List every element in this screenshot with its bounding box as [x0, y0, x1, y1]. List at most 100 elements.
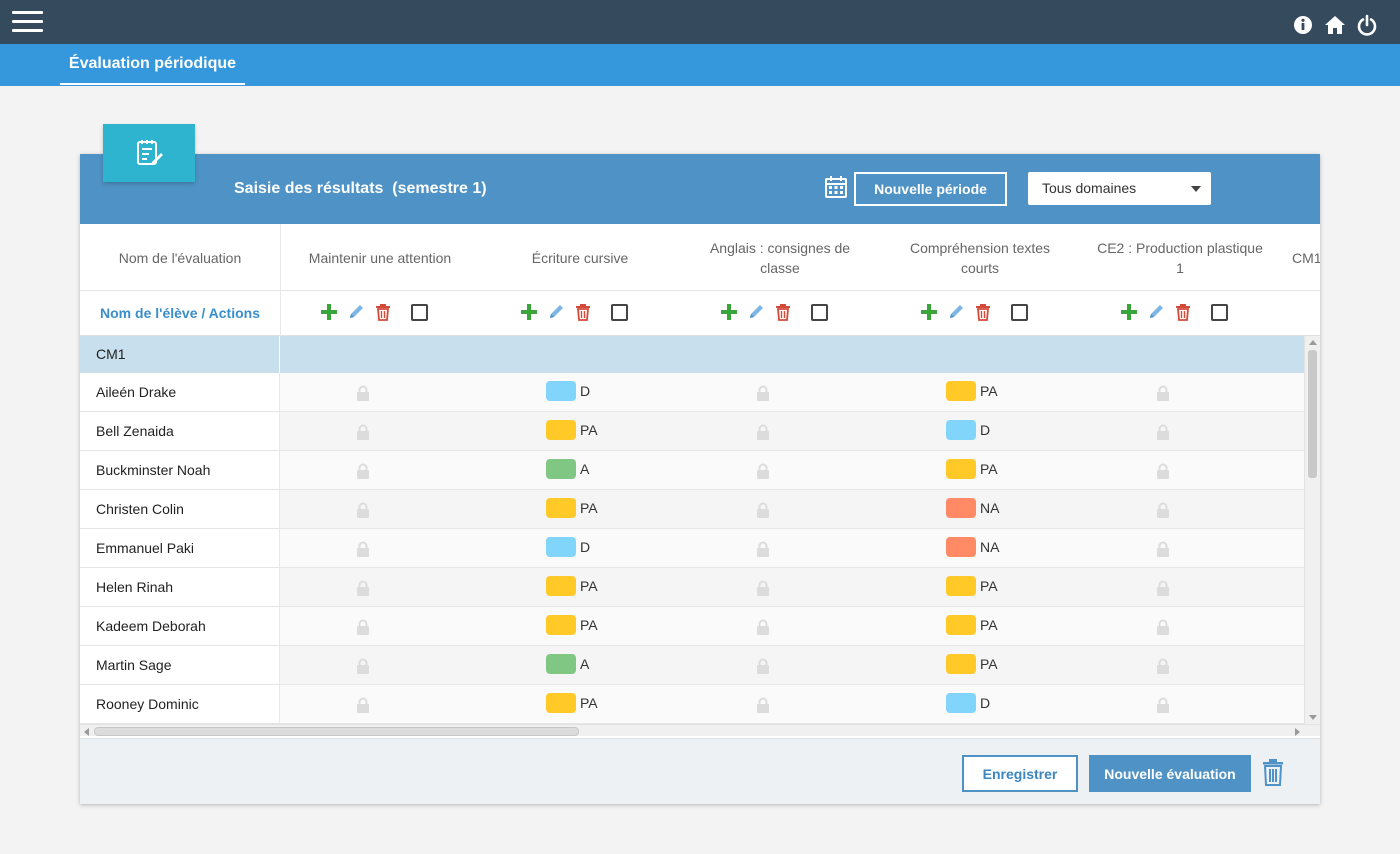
edit-icon[interactable]	[747, 303, 765, 321]
result-cell[interactable]: NA	[946, 537, 999, 557]
student-name[interactable]: Bell Zenaida	[80, 412, 280, 450]
column-checkbox[interactable]	[811, 303, 828, 321]
level-swatch	[946, 576, 976, 596]
menu-icon[interactable]	[12, 11, 43, 33]
edit-icon[interactable]	[547, 303, 565, 321]
student-name[interactable]: Kadeem Deborah	[80, 607, 280, 645]
scroll-right-icon[interactable]	[1295, 728, 1300, 736]
lock-icon	[757, 463, 769, 479]
level-swatch	[946, 693, 976, 713]
table-row: Christen Colin PA NA	[80, 490, 1304, 529]
student-name[interactable]: Aileén Drake	[80, 373, 280, 411]
horizontal-scroll-thumb[interactable]	[94, 727, 579, 736]
lock-icon	[1157, 502, 1169, 518]
horizontal-scrollbar[interactable]	[80, 724, 1320, 736]
level-label: NA	[980, 539, 1000, 555]
table-row: Helen Rinah PA PA	[80, 568, 1304, 607]
col-header: Anglais : consignes de classe	[709, 239, 851, 276]
result-cell[interactable]: A	[546, 654, 589, 674]
level-label: A	[580, 461, 590, 477]
column-checkbox[interactable]	[1211, 303, 1228, 321]
level-swatch	[946, 459, 976, 479]
level-label: PA	[980, 656, 998, 672]
student-name[interactable]: Rooney Dominic	[80, 685, 280, 723]
calendar-icon[interactable]	[824, 175, 848, 199]
delete-icon[interactable]	[1174, 303, 1192, 321]
lock-icon	[357, 502, 369, 518]
result-cell[interactable]: D	[946, 420, 990, 440]
student-name[interactable]: Buckminster Noah	[80, 451, 280, 489]
result-cell[interactable]: D	[946, 693, 990, 713]
scroll-left-icon[interactable]	[84, 728, 89, 736]
new-evaluation-button[interactable]: Nouvelle évaluation	[1089, 755, 1251, 792]
add-icon[interactable]	[1120, 303, 1138, 321]
column-checkbox[interactable]	[411, 303, 428, 321]
edit-icon[interactable]	[1147, 303, 1165, 321]
tab-evaluation-periodique[interactable]: Évaluation périodique	[60, 44, 245, 85]
result-cell[interactable]: PA	[546, 498, 598, 518]
first-col-header: Nom de l'évaluation	[118, 249, 242, 266]
result-cell[interactable]: NA	[946, 498, 999, 518]
lock-icon	[757, 424, 769, 440]
student-name[interactable]: Emmanuel Paki	[80, 529, 280, 567]
level-label: PA	[980, 617, 998, 633]
result-cell[interactable]: PA	[946, 576, 998, 596]
delete-icon[interactable]	[374, 303, 392, 321]
add-icon[interactable]	[520, 303, 538, 321]
result-cell[interactable]: PA	[946, 459, 998, 479]
result-cell[interactable]: A	[546, 459, 589, 479]
trash-icon[interactable]	[1262, 758, 1284, 786]
add-icon[interactable]	[720, 303, 738, 321]
level-label: D	[580, 539, 591, 555]
lock-icon	[1157, 541, 1169, 557]
add-icon[interactable]	[920, 303, 938, 321]
result-cell[interactable]: PA	[546, 693, 598, 713]
result-cell[interactable]: PA	[946, 381, 998, 401]
home-icon[interactable]	[1324, 14, 1346, 36]
top-navbar	[0, 0, 1400, 44]
student-name[interactable]: Martin Sage	[80, 646, 280, 684]
delete-icon[interactable]	[974, 303, 992, 321]
lock-icon	[357, 424, 369, 440]
scroll-down-icon[interactable]	[1309, 715, 1317, 720]
power-icon[interactable]	[1356, 14, 1378, 36]
lock-icon	[357, 619, 369, 635]
group-label: CM1	[96, 346, 126, 362]
card-title: Saisie des résultats (semestre 1)	[234, 180, 487, 197]
col-header: Écriture cursive	[531, 249, 629, 266]
result-cell[interactable]: D	[546, 381, 590, 401]
student-name[interactable]: Christen Colin	[80, 490, 280, 528]
student-name[interactable]: Helen Rinah	[80, 568, 280, 606]
col-header: Maintenir une attention	[308, 249, 452, 266]
lock-icon	[1157, 658, 1169, 674]
domain-select[interactable]: Tous domaines	[1028, 172, 1211, 205]
edit-icon[interactable]	[947, 303, 965, 321]
result-cell[interactable]: PA	[546, 420, 598, 440]
col-header: Compréhension textes courts	[909, 239, 1051, 276]
column-checkbox[interactable]	[611, 303, 628, 321]
delete-icon[interactable]	[774, 303, 792, 321]
scroll-up-icon[interactable]	[1309, 340, 1317, 345]
results-card: Saisie des résultats (semestre 1) Nouvel…	[80, 154, 1320, 804]
add-icon[interactable]	[320, 303, 338, 321]
result-cell[interactable]: PA	[546, 615, 598, 635]
level-swatch	[546, 654, 576, 674]
level-label: D	[980, 695, 991, 711]
column-actions	[720, 303, 828, 321]
card-header: Saisie des résultats (semestre 1) Nouvel…	[80, 154, 1320, 224]
edit-icon[interactable]	[347, 303, 365, 321]
save-button[interactable]: Enregistrer	[962, 755, 1078, 792]
vertical-scroll-thumb[interactable]	[1308, 350, 1317, 478]
column-checkbox[interactable]	[1011, 303, 1028, 321]
result-cell[interactable]: PA	[946, 654, 998, 674]
level-swatch	[946, 498, 976, 518]
info-icon[interactable]	[1292, 14, 1314, 36]
delete-icon[interactable]	[574, 303, 592, 321]
result-cell[interactable]: D	[546, 537, 590, 557]
result-cell[interactable]: PA	[946, 615, 998, 635]
new-period-button[interactable]: Nouvelle période	[854, 172, 1007, 206]
table-row: Buckminster Noah A PA	[80, 451, 1304, 490]
result-cell[interactable]: PA	[546, 576, 598, 596]
vertical-scrollbar[interactable]	[1304, 336, 1320, 724]
column-actions	[920, 303, 1028, 321]
